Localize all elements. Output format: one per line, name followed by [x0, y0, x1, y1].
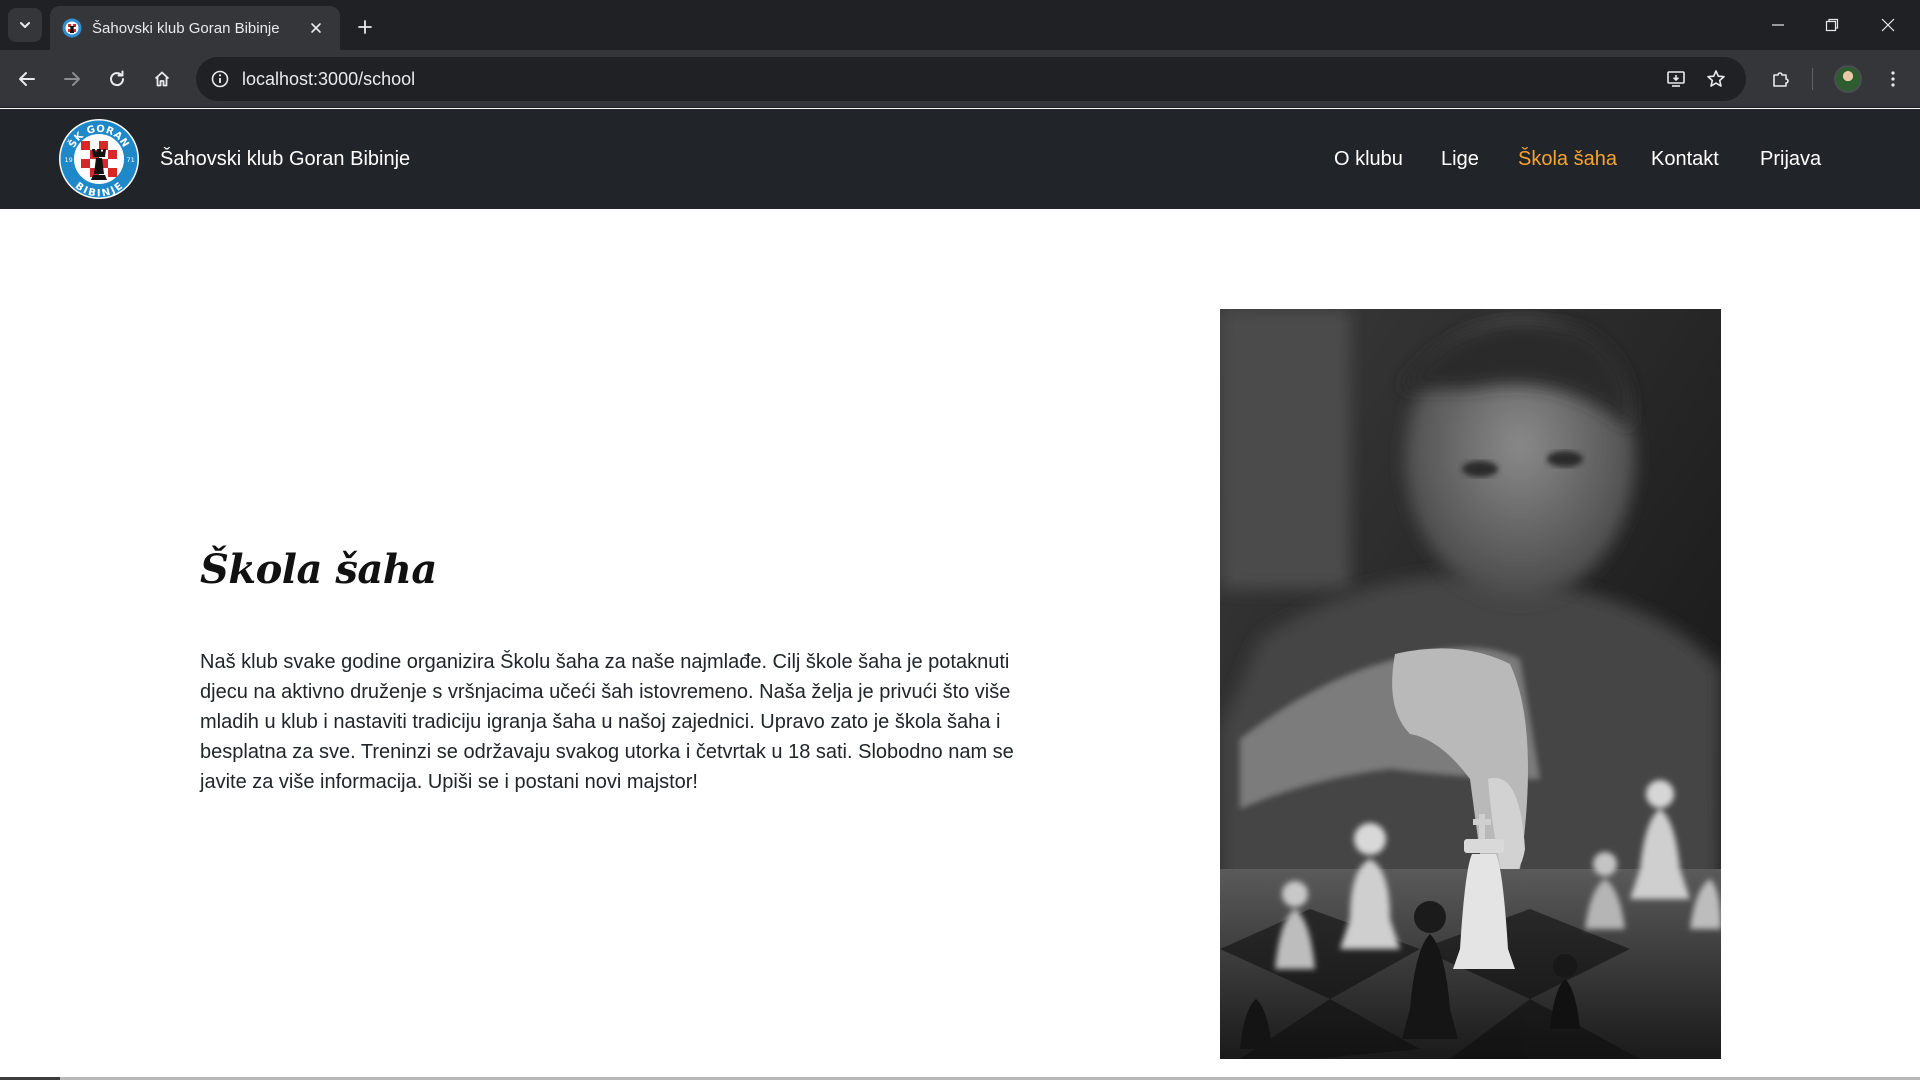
forward-icon: [64, 72, 80, 86]
plus-icon: [358, 20, 372, 34]
chevron-down-icon: [20, 22, 30, 28]
child-playing-chess-image: [1220, 309, 1721, 1059]
nav-link-kontakt[interactable]: Kontakt: [1651, 109, 1719, 209]
install-app-button[interactable]: [1662, 65, 1690, 93]
nav-link-prijava[interactable]: Prijava: [1760, 109, 1821, 209]
restore-icon: [1825, 18, 1839, 32]
logo-right-number: 71: [127, 156, 135, 164]
minimize-icon: [1772, 24, 1784, 26]
install-icon: [1667, 71, 1685, 87]
club-favicon-icon: [62, 18, 82, 38]
club-logo[interactable]: ŠK GORAN BIBINJE 19 71: [58, 118, 140, 200]
extensions-icon: [1773, 72, 1789, 87]
nav-link-o-klubu[interactable]: O klubu: [1334, 109, 1403, 209]
nav-link-lige[interactable]: Lige: [1441, 109, 1479, 209]
bookmark-button[interactable]: [1702, 65, 1730, 93]
school-description: Naš klub svake godine organizira Školu š…: [200, 651, 1014, 793]
back-icon: [19, 72, 35, 86]
forward-button[interactable]: [55, 62, 89, 96]
menu-icon: [1891, 71, 1895, 87]
new-tab-button[interactable]: [350, 12, 380, 42]
close-window-button[interactable]: [1868, 8, 1908, 42]
page-title: Škola šaha: [200, 546, 437, 593]
close-window-icon: [1881, 18, 1895, 32]
star-icon: [1707, 70, 1725, 87]
tab-search-button[interactable]: [8, 8, 42, 42]
browser-toolbar: localhost:3000/school: [0, 50, 1920, 108]
profile-avatar[interactable]: [1834, 65, 1862, 93]
reload-icon: [110, 70, 125, 87]
browser-tab-bar: Šahovski klub Goran Bibinje: [0, 0, 1920, 50]
nav-link-skola-saha[interactable]: Škola šaha: [1518, 109, 1617, 209]
tab-close-button[interactable]: [304, 16, 328, 40]
minimize-button[interactable]: [1758, 8, 1798, 42]
address-bar[interactable]: localhost:3000/school: [196, 57, 1746, 101]
site-navbar: ŠK GORAN BIBINJE 19 71 Šahovski klub Gor…: [0, 109, 1920, 209]
site-brand-link[interactable]: Šahovski klub Goran Bibinje: [160, 109, 410, 209]
extensions-button[interactable]: [1764, 62, 1798, 96]
browser-menu-button[interactable]: [1876, 62, 1910, 96]
reload-button[interactable]: [100, 62, 134, 96]
home-button[interactable]: [145, 62, 179, 96]
toolbar-divider: [1812, 68, 1813, 90]
restore-button[interactable]: [1812, 8, 1852, 42]
home-icon: [154, 71, 170, 87]
logo-left-number: 19: [65, 156, 73, 164]
url-text: localhost:3000/school: [242, 69, 416, 89]
info-icon: [211, 70, 229, 88]
site-info-button[interactable]: [206, 65, 234, 93]
chess-school-photo: [1220, 309, 1721, 1059]
tab-title: Šahovski klub Goran Bibinje: [92, 19, 280, 37]
back-button[interactable]: [10, 62, 44, 96]
close-icon: [311, 23, 321, 33]
browser-tab[interactable]: Šahovski klub Goran Bibinje: [50, 6, 340, 50]
